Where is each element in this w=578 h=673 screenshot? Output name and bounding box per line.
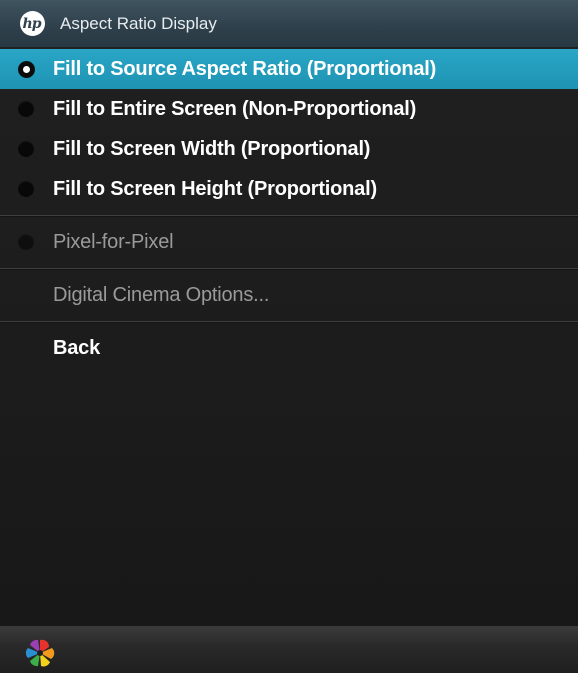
osd-menu-window: hp Aspect Ratio Display Fill to Source A… [0,0,578,673]
menu-item-back[interactable]: Back [0,328,578,368]
menu-item-label: Back [53,336,101,359]
menu-item-fill-source-aspect[interactable]: Fill to Source Aspect Ratio (Proportiona… [0,49,578,89]
radio-disabled-icon [18,234,34,250]
menu-divider [0,268,578,270]
menu-item-label: Fill to Entire Screen (Non-Proportional) [53,97,417,120]
menu-item-label: Fill to Screen Height (Proportional) [53,177,377,200]
menu-item-label: Pixel-for-Pixel [53,230,174,253]
menu-divider [0,321,578,323]
menu-item-label: Fill to Source Aspect Ratio (Proportiona… [53,57,437,80]
pinwheel-icon [25,639,55,667]
radio-unselected-icon [18,181,34,197]
footer-bar [0,626,578,673]
menu-item-label: Fill to Screen Width (Proportional) [53,137,371,160]
window-title: Aspect Ratio Display [60,13,217,33]
hp-logo-icon: hp [20,11,45,36]
menu-item-pixel-for-pixel: Pixel-for-Pixel [0,222,578,262]
radio-unselected-icon [18,101,34,117]
menu-item-fill-screen-width[interactable]: Fill to Screen Width (Proportional) [0,129,578,169]
menu-item-fill-screen-height[interactable]: Fill to Screen Height (Proportional) [0,169,578,209]
radio-selected-icon [18,60,35,78]
aspect-ratio-menu: Fill to Source Aspect Ratio (Proportiona… [0,49,578,368]
title-bar: hp Aspect Ratio Display [0,0,578,47]
menu-item-label: Digital Cinema Options... [53,283,270,306]
hp-logo-text: hp [22,15,42,32]
menu-item-digital-cinema-options: Digital Cinema Options... [0,275,578,315]
radio-unselected-icon [18,141,34,157]
menu-item-fill-entire-screen[interactable]: Fill to Entire Screen (Non-Proportional) [0,89,578,129]
menu-divider [0,215,578,217]
